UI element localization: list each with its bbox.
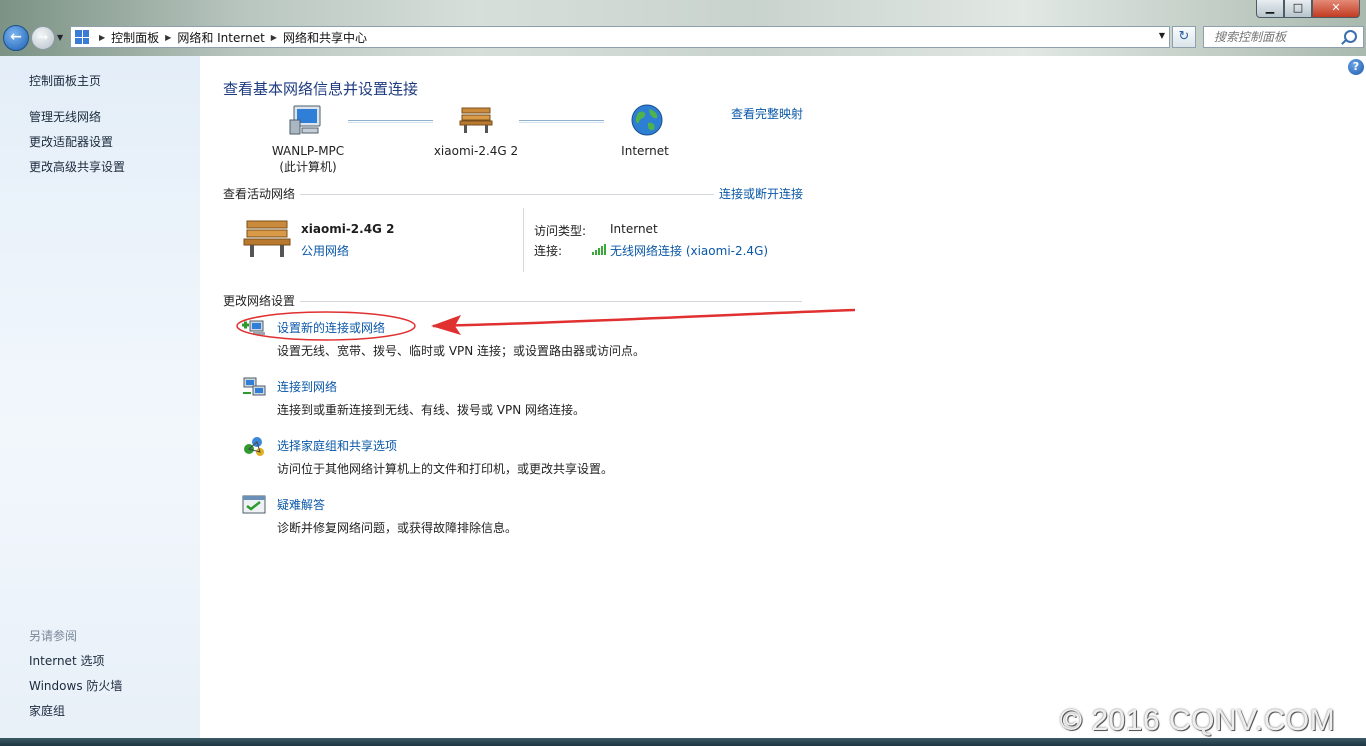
vertical-divider — [523, 208, 524, 272]
bench-network-icon — [243, 220, 291, 257]
map-node-network: xiaomi-2.4G 2 — [433, 144, 519, 158]
window-titlebar: ▁ □ ✕ ← → ▼ ▶ 控制面板 ▶ 网络和 Internet ▶ 网络和共… — [0, 0, 1366, 56]
active-networks-heading: 查看活动网络 — [223, 187, 296, 201]
map-connector-line — [348, 120, 433, 121]
see-also-heading: 另请参阅 — [29, 629, 78, 643]
network-type-link[interactable]: 公用网络 — [301, 242, 349, 259]
main-content — [200, 56, 1366, 738]
troubleshoot-link[interactable]: 疑难解答 — [277, 496, 325, 513]
active-network-name: xiaomi-2.4G 2 — [301, 222, 395, 236]
breadcrumb-network-internet[interactable]: 网络和 Internet — [177, 29, 264, 46]
sidebar-item-manage-wireless[interactable]: 管理无线网络 — [29, 108, 101, 125]
connect-disconnect-link[interactable]: 连接或断开连接 — [719, 185, 803, 202]
breadcrumb-chevron-icon[interactable]: ▶ — [271, 33, 277, 42]
homegroup-icon[interactable] — [241, 434, 267, 458]
address-dropdown-icon[interactable]: ▼ — [1159, 31, 1165, 40]
taskbar — [0, 738, 1366, 746]
section-divider — [300, 194, 714, 195]
access-type-value: Internet — [610, 222, 658, 236]
computer-icon — [289, 105, 321, 135]
search-input[interactable] — [1212, 29, 1346, 45]
watermark-text: © 2016 CQNV.COM — [1060, 704, 1336, 737]
search-icon[interactable] — [1344, 30, 1357, 43]
homegroup-sharing-link[interactable]: 选择家庭组和共享选项 — [277, 437, 397, 454]
help-icon[interactable]: ? — [1348, 59, 1364, 75]
wireless-connection-link[interactable]: 无线网络连接 (xiaomi-2.4G) — [610, 242, 768, 259]
access-type-label: 访问类型: — [534, 224, 587, 238]
annotation-arrow-shaft — [432, 308, 856, 328]
close-button[interactable]: ✕ — [1312, 0, 1360, 18]
sidebar-item-homegroup[interactable]: 家庭组 — [29, 702, 65, 719]
sidebar-item-internet-options[interactable]: Internet 选项 — [29, 652, 104, 669]
page-title: 查看基本网络信息并设置连接 — [223, 80, 419, 98]
map-node-computer: WANLP-MPC (此计算机) — [258, 144, 358, 175]
sidebar-item-adapter-settings[interactable]: 更改适配器设置 — [29, 133, 113, 150]
troubleshoot-icon[interactable] — [241, 493, 267, 517]
map-node-computer-name: WANLP-MPC — [271, 144, 345, 158]
map-node-computer-sub: (此计算机) — [279, 160, 337, 174]
bench-network-icon — [459, 107, 493, 133]
view-full-map-link[interactable]: 查看完整映射 — [731, 105, 803, 122]
breadcrumb-chevron-icon[interactable]: ▶ — [165, 33, 171, 42]
troubleshoot-desc: 诊断并修复网络问题，或获得故障排除信息。 — [277, 521, 518, 535]
connect-to-network-link[interactable]: 连接到网络 — [277, 378, 337, 395]
refresh-icon[interactable]: ↻ — [1172, 26, 1196, 48]
control-panel-icon — [75, 30, 89, 44]
back-arrow-icon[interactable]: ← — [3, 25, 29, 51]
sidebar-item-control-panel-home[interactable]: 控制面板主页 — [29, 72, 101, 89]
highlight-ellipse — [236, 311, 416, 341]
map-connector-line — [519, 120, 604, 121]
recent-pages-chevron-icon[interactable]: ▼ — [57, 33, 63, 42]
sidebar-item-advanced-sharing[interactable]: 更改高级共享设置 — [29, 158, 125, 175]
sidebar-item-windows-firewall[interactable]: Windows 防火墙 — [29, 677, 122, 694]
connect-network-icon[interactable] — [241, 375, 267, 399]
breadcrumb-chevron-icon[interactable]: ▶ — [99, 33, 105, 42]
globe-icon — [631, 104, 663, 136]
connection-label: 连接: — [534, 244, 563, 258]
breadcrumb-control-panel[interactable]: 控制面板 — [111, 29, 159, 46]
window-controls: ▁ □ ✕ — [1256, 0, 1360, 18]
forward-arrow-icon[interactable]: → — [31, 26, 55, 50]
connect-to-network-desc: 连接到或重新连接到无线、有线、拨号或 VPN 网络连接。 — [277, 403, 586, 417]
minimize-button[interactable]: ▁ — [1256, 0, 1284, 18]
address-bar[interactable]: ▶ 控制面板 ▶ 网络和 Internet ▶ 网络和共享中心 ▼ — [70, 26, 1170, 48]
wifi-signal-icon — [592, 244, 606, 255]
breadcrumb-network-sharing-center[interactable]: 网络和共享中心 — [283, 29, 367, 46]
homegroup-sharing-desc: 访问位于其他网络计算机上的文件和打印机，或更改共享设置。 — [277, 462, 614, 476]
red-annotation-overlay — [236, 308, 856, 341]
search-box[interactable] — [1203, 26, 1364, 48]
maximize-button[interactable]: □ — [1284, 0, 1312, 18]
map-node-internet: Internet — [621, 144, 669, 158]
